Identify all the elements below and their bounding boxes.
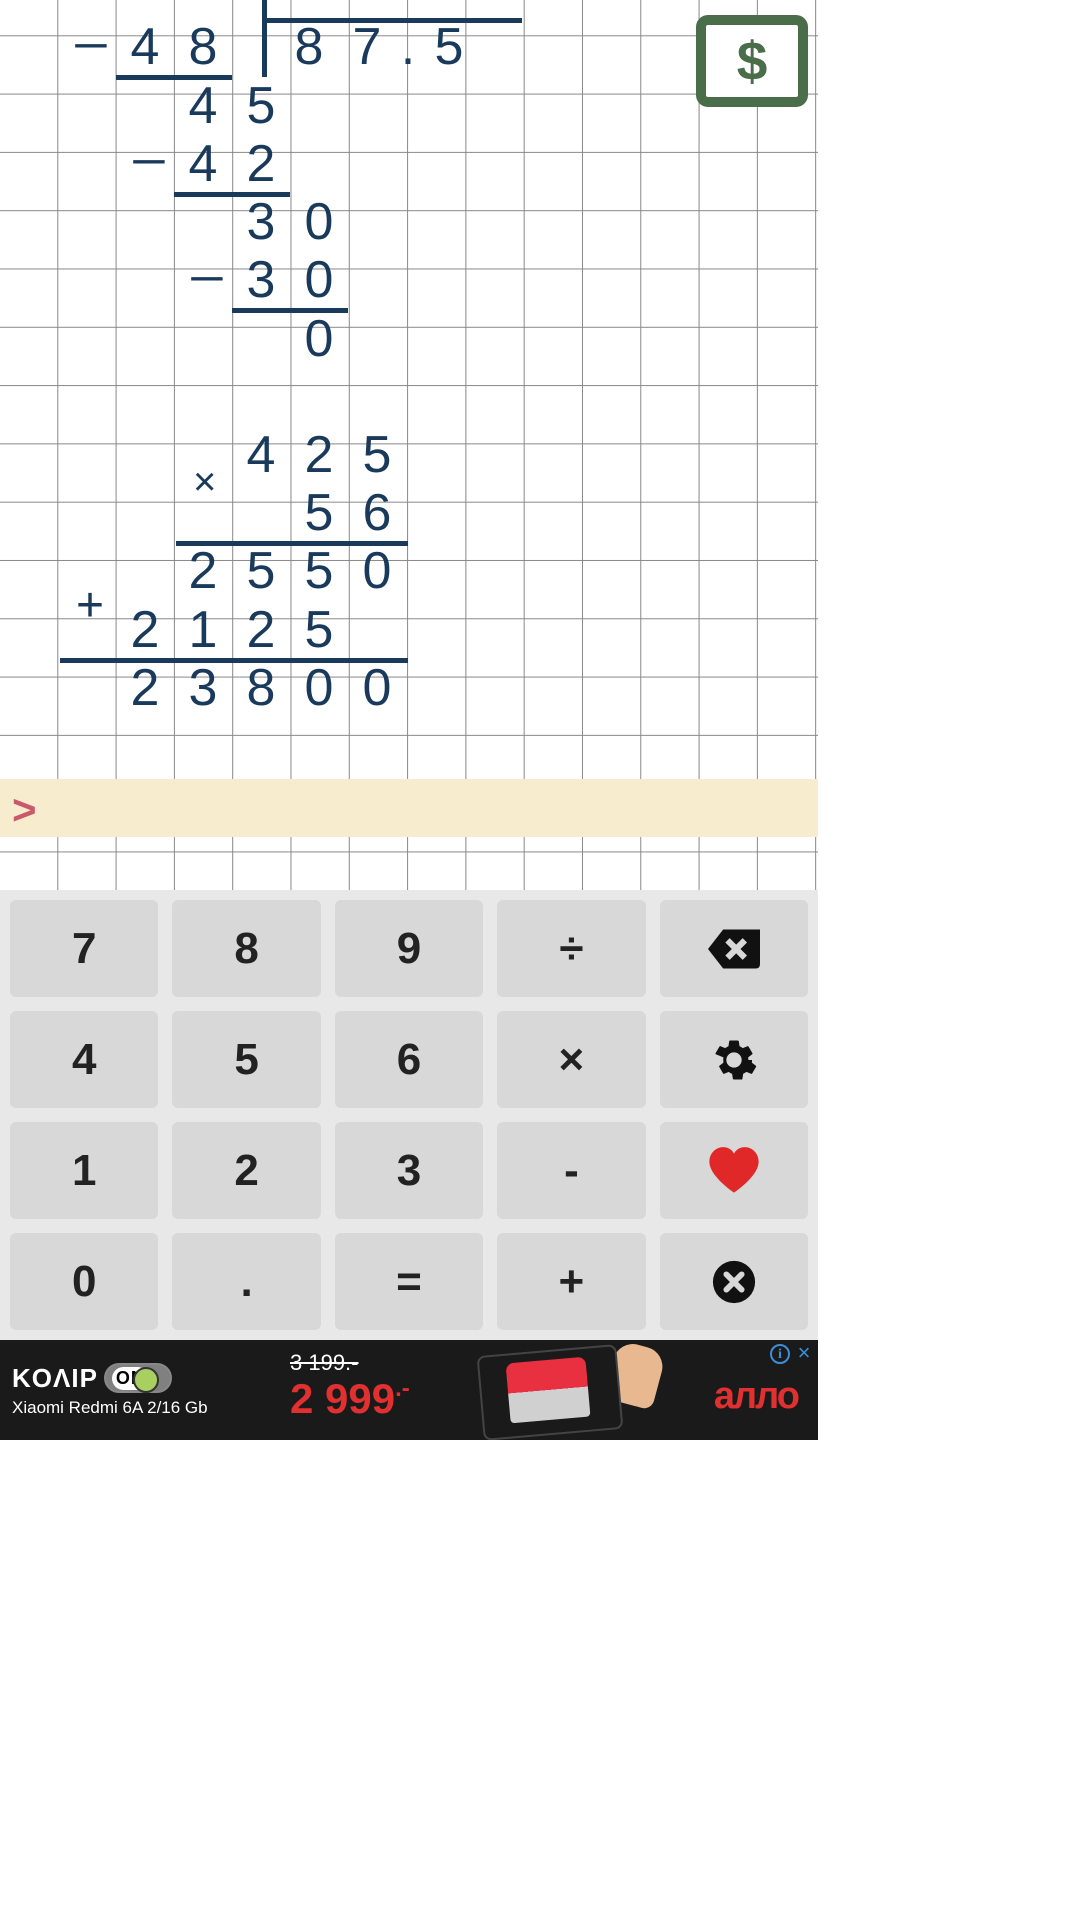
key-2[interactable]: 2 (172, 1122, 320, 1219)
minus-sign: _ (76, 0, 106, 50)
key-1[interactable]: 1 (10, 1122, 158, 1219)
digit: 4 (174, 76, 232, 136)
ad-brand: KOΛIP ON (12, 1363, 208, 1394)
times-sign: × (193, 460, 216, 505)
digit: 4 (232, 425, 290, 485)
digit: 0 (290, 658, 348, 718)
key-7[interactable]: 7 (10, 900, 158, 997)
ad-info-icon[interactable]: i (770, 1344, 790, 1364)
key-equals[interactable]: = (335, 1233, 483, 1330)
digit: 0 (348, 541, 406, 601)
key-settings[interactable] (660, 1011, 808, 1108)
digit: 5 (290, 541, 348, 601)
train-icon (506, 1357, 591, 1424)
digit: 2 (232, 600, 290, 660)
digit: 5 (348, 425, 406, 485)
digit: 8 (174, 17, 232, 77)
digit: 0 (348, 658, 406, 718)
money-button[interactable]: $ (696, 15, 808, 107)
digit: 5 (420, 17, 478, 77)
digit: 4 (174, 134, 232, 194)
ad-left-block: KOΛIP ON Xiaomi Redmi 6A 2/16 Gb (0, 1363, 208, 1418)
ad-product-image (460, 1345, 660, 1435)
ad-price-old: 3 199.- (290, 1350, 359, 1376)
ad-retailer-brand: алло (714, 1375, 798, 1418)
digit: 3 (174, 658, 232, 718)
heart-icon (708, 1147, 760, 1195)
ad-description: Xiaomi Redmi 6A 2/16 Gb (12, 1398, 208, 1418)
key-9[interactable]: 9 (335, 900, 483, 997)
digit: 7 (338, 17, 396, 77)
digit: 3 (232, 250, 290, 310)
key-subtract[interactable]: - (497, 1122, 645, 1219)
digit: 6 (348, 483, 406, 543)
digit: 2 (116, 658, 174, 718)
digit: 5 (290, 483, 348, 543)
digit: 5 (232, 76, 290, 136)
digit: 0 (290, 192, 348, 252)
ad-on-badge: ON (112, 1367, 149, 1390)
key-add[interactable]: + (497, 1233, 645, 1330)
digit: 2 (146, 0, 204, 10)
ad-brand-text: KOΛIP (12, 1363, 98, 1394)
key-clear[interactable] (660, 1233, 808, 1330)
ad-close-icon[interactable]: × (794, 1344, 814, 1364)
digit: 0 (262, 0, 320, 10)
clear-icon (711, 1259, 757, 1305)
plus-sign: + (76, 578, 104, 633)
digit: 2 (290, 425, 348, 485)
key-divide[interactable]: ÷ (497, 900, 645, 997)
key-favorite[interactable] (660, 1122, 808, 1219)
decimal-point: . (393, 17, 423, 77)
key-8[interactable]: 8 (172, 900, 320, 997)
keypad: 7 8 9 ÷ 4 5 6 × 1 2 3 - 0 . = + (0, 890, 818, 1340)
key-5[interactable]: 5 (172, 1011, 320, 1108)
digit: 2 (116, 600, 174, 660)
key-dot[interactable]: . (172, 1233, 320, 1330)
backspace-icon (708, 929, 760, 969)
digit: 4 (116, 17, 174, 77)
digit: 5 (232, 541, 290, 601)
digit: 0 (290, 250, 348, 310)
digit: 5 (204, 0, 262, 10)
dollar-icon: $ (737, 29, 768, 93)
key-backspace[interactable] (660, 900, 808, 997)
key-0[interactable]: 0 (10, 1233, 158, 1330)
digit: 8 (232, 658, 290, 718)
ad-controls: i × (770, 1344, 814, 1364)
digit: 0 (290, 309, 348, 369)
ad-price: 2 999.- (290, 1375, 410, 1423)
ad-price-value: 2 999 (290, 1375, 395, 1422)
key-4[interactable]: 4 (10, 1011, 158, 1108)
input-row[interactable] (0, 779, 818, 837)
grid-background (0, 0, 818, 890)
division-vline (262, 0, 267, 77)
digit: 8 (280, 17, 338, 77)
digit: 3 (232, 192, 290, 252)
key-3[interactable]: 3 (335, 1122, 483, 1219)
minus-sign: _ (134, 104, 164, 166)
minus-sign: _ (192, 221, 222, 283)
digit: 5 (290, 600, 348, 660)
digit: 1 (174, 600, 232, 660)
digit: 2 (174, 541, 232, 601)
worksheet-grid[interactable]: 5 2 5 0 _ 4 8 8 7 . 5 4 5 _ 4 2 3 0 _ 3 … (0, 0, 818, 890)
ad-price-suffix: .- (395, 1375, 410, 1402)
key-multiply[interactable]: × (497, 1011, 645, 1108)
digit: 2 (232, 134, 290, 194)
gear-icon (711, 1037, 757, 1083)
prompt-cursor: > (12, 786, 37, 834)
toggle-icon: ON (104, 1363, 172, 1393)
key-6[interactable]: 6 (335, 1011, 483, 1108)
ad-banner[interactable]: KOΛIP ON Xiaomi Redmi 6A 2/16 Gb 3 199.-… (0, 1340, 818, 1440)
